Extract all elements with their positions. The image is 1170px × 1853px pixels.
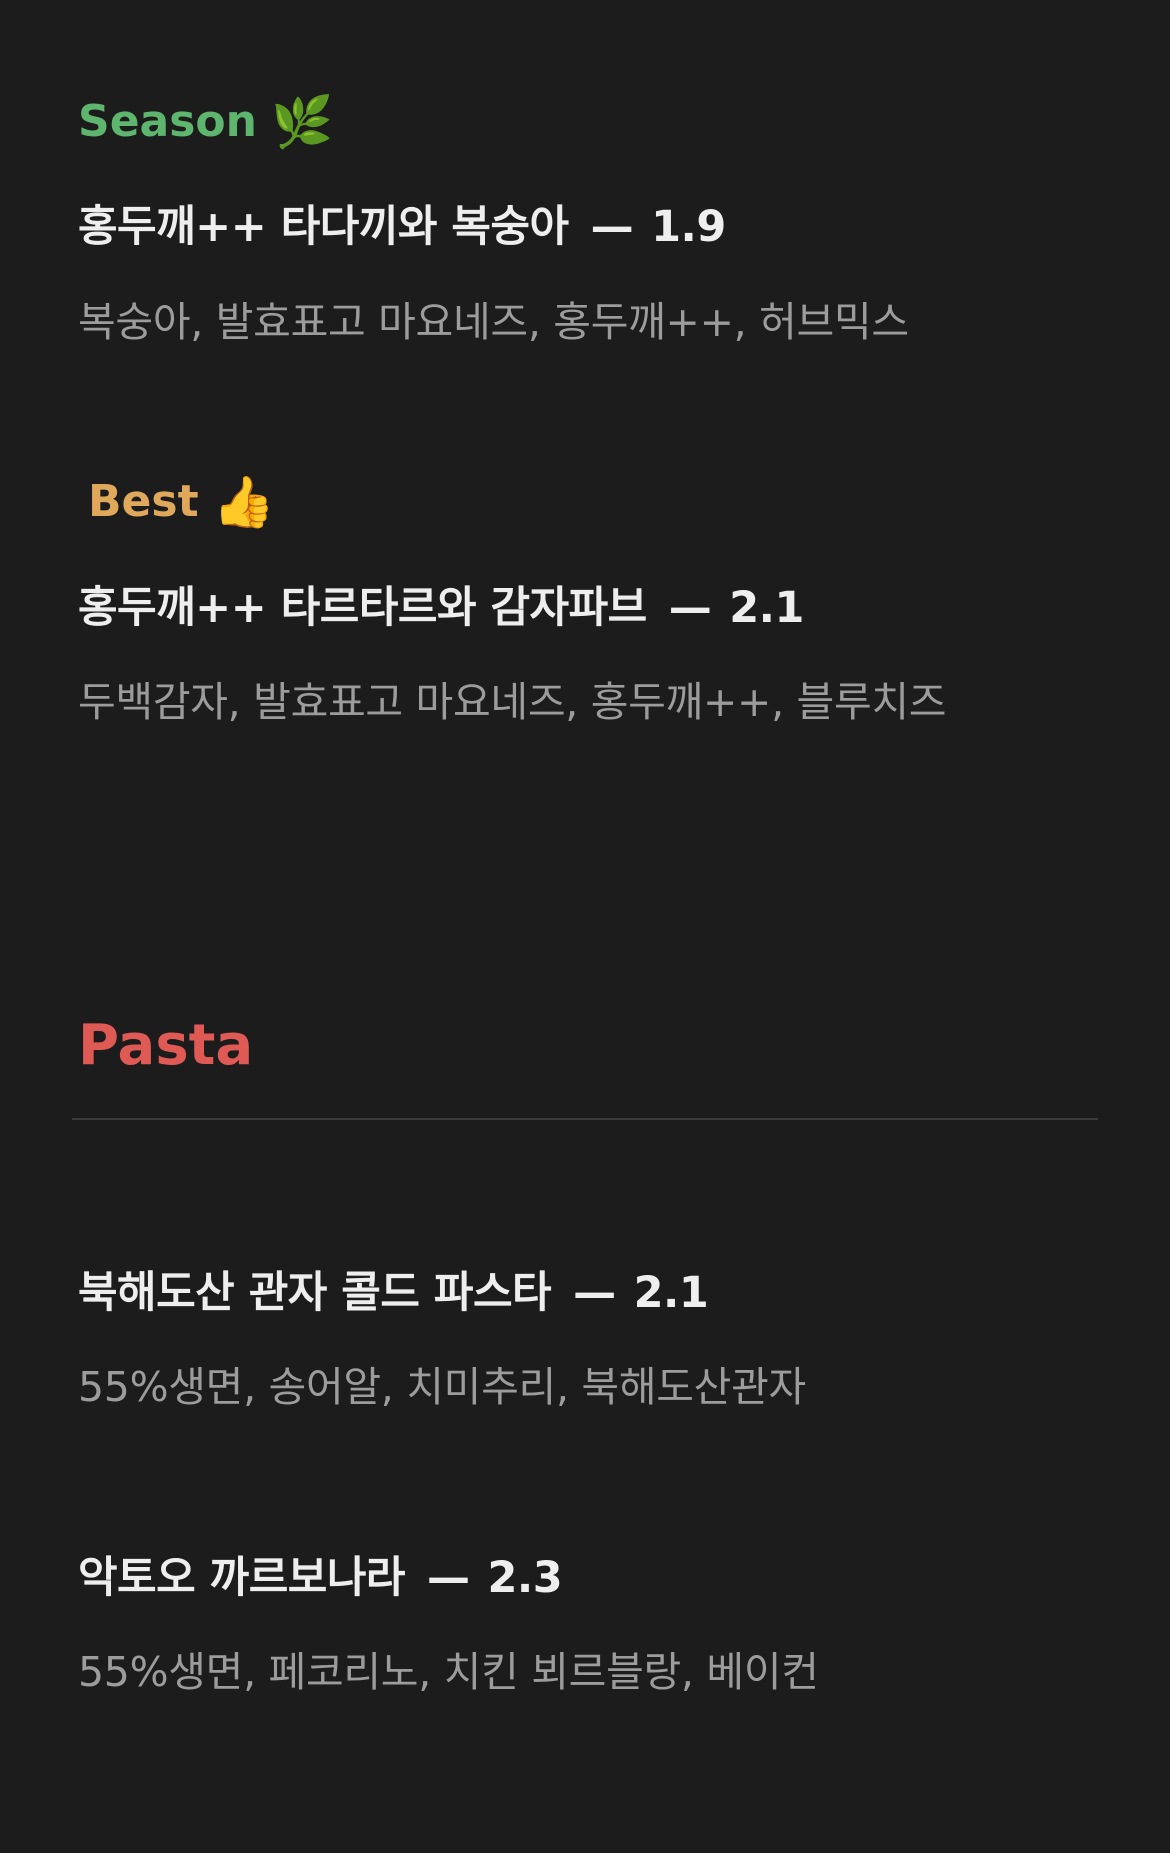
season-item-name: 홍두깨++ 타다끼와 복숭아 xyxy=(78,202,569,252)
pasta-section-title: Pasta xyxy=(78,1013,254,1078)
best-item-description: 두백감자, 발효표고 마요네즈, 홍두깨++, 블루치즈 xyxy=(78,678,947,726)
herb-icon: 🌿 xyxy=(270,92,334,151)
pasta-item-price: 2.3 xyxy=(487,1553,563,1603)
thumbs-up-icon: 👍 xyxy=(212,472,275,531)
pasta-item-dash: — xyxy=(573,1268,616,1318)
best-item-dash: — xyxy=(668,583,712,633)
pasta-item-description: 55%생면, 송어알, 치미추리, 북해도산관자 xyxy=(78,1363,806,1411)
best-label: Best xyxy=(88,476,199,527)
best-item-price: 2.1 xyxy=(729,583,804,633)
season-item-description: 복숭아, 발효표고 마요네즈, 홍두깨++, 허브믹스 xyxy=(78,298,909,346)
pasta-item-name: 악토오 까르보나라 xyxy=(78,1553,405,1603)
season-item-price: 1.9 xyxy=(651,202,726,252)
season-tag: Season 🌿 xyxy=(78,96,333,147)
best-item-name: 홍두깨++ 타르타르와 감자파브 xyxy=(78,583,647,633)
season-item-title: 홍두깨++ 타다끼와 복숭아 — 1.9 xyxy=(78,192,726,254)
pasta-item-dash: — xyxy=(426,1553,470,1603)
pasta-item-description: 55%생면, 페코리노, 치킨 뵈르블랑, 베이컨 xyxy=(78,1648,819,1696)
season-item-dash: — xyxy=(590,202,634,252)
best-item-title: 홍두깨++ 타르타르와 감자파브 — 2.1 xyxy=(78,573,804,635)
season-label: Season xyxy=(78,96,257,147)
pasta-item-title: 악토오 까르보나라 — 2.3 xyxy=(78,1543,563,1605)
section-divider xyxy=(72,1118,1098,1120)
best-tag: Best 👍 xyxy=(88,476,275,527)
pasta-item-price: 2.1 xyxy=(633,1268,709,1318)
pasta-item-name: 북해도산 관자 콜드 파스타 xyxy=(78,1268,552,1318)
pasta-item-title: 북해도산 관자 콜드 파스타 — 2.1 xyxy=(78,1258,709,1320)
